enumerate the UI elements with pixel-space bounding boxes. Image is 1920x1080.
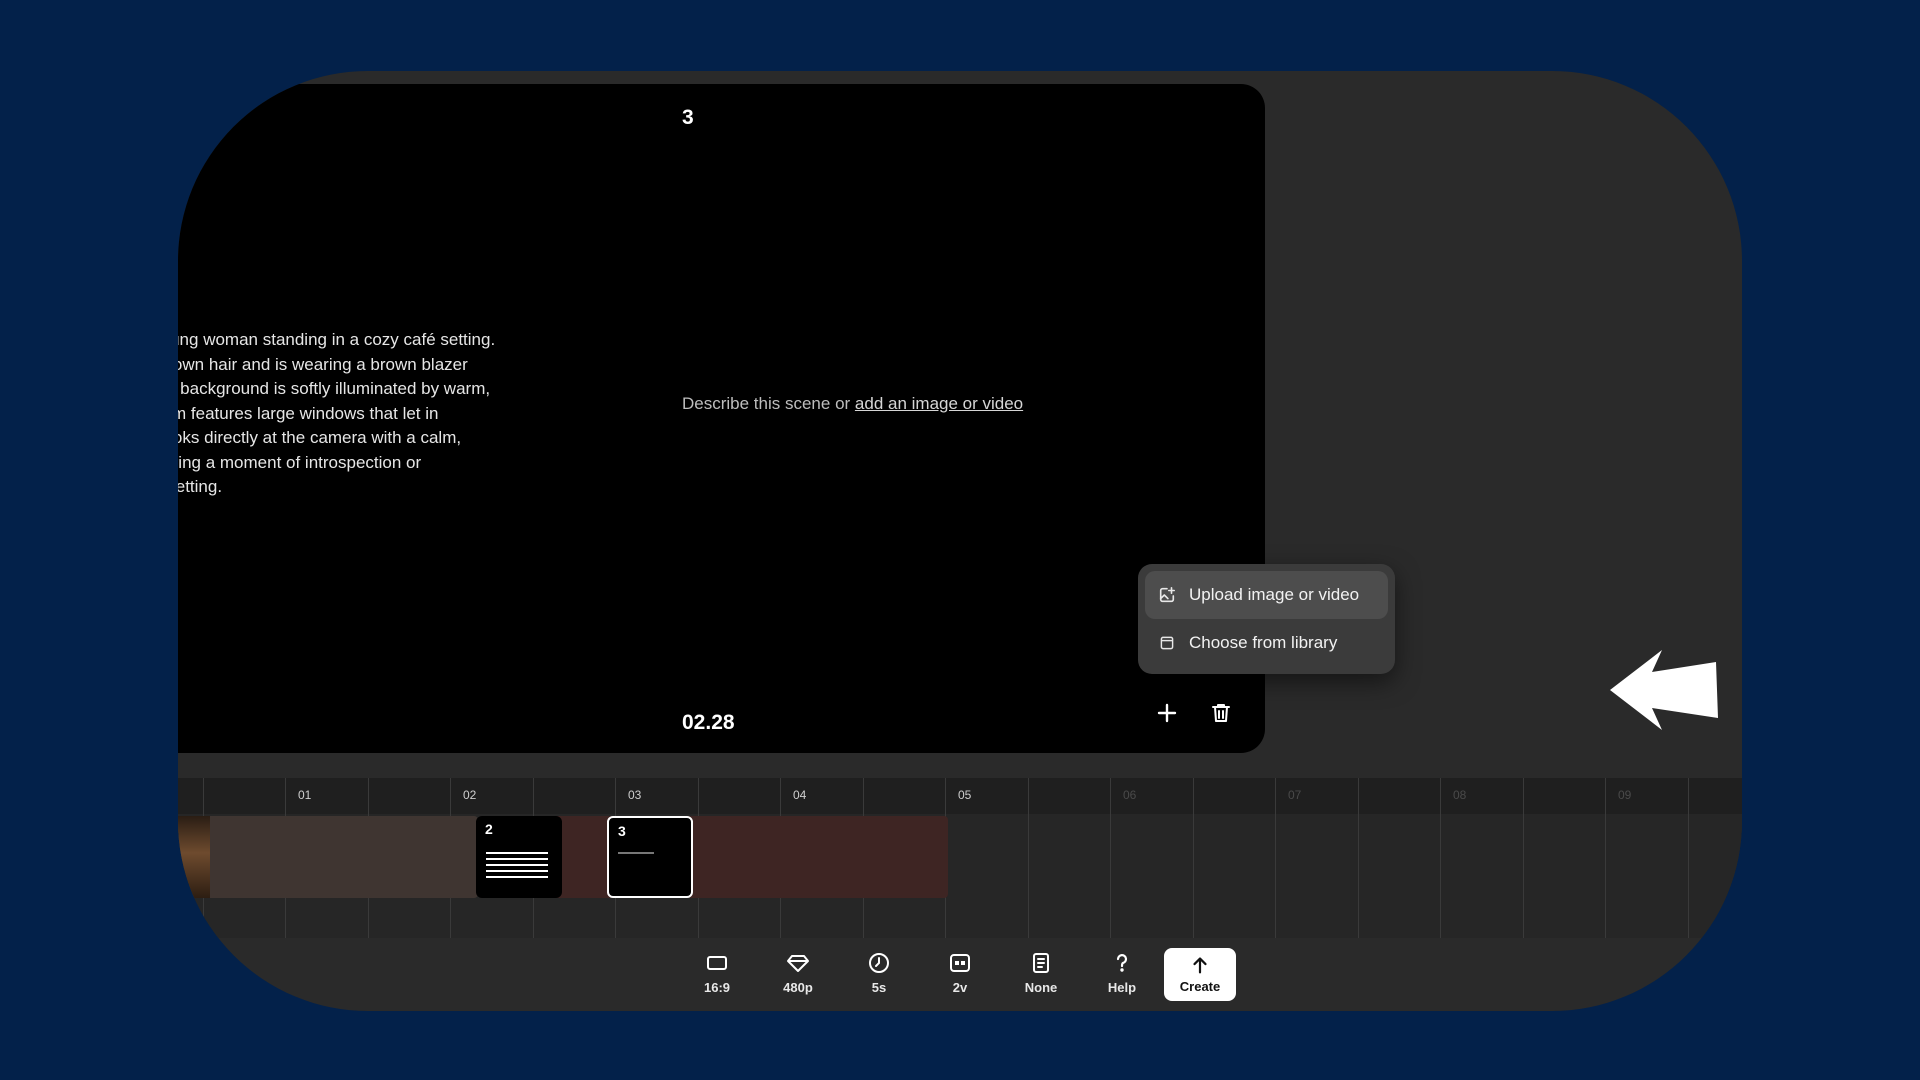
- pointer-arrow-icon: [1610, 650, 1718, 730]
- timeline-segment-scene-1[interactable]: [178, 816, 478, 898]
- grid-line: [1523, 778, 1524, 938]
- add-media-link[interactable]: add an image or video: [855, 394, 1023, 413]
- timeline-clip-3[interactable]: 3: [607, 816, 693, 898]
- trash-icon[interactable]: [1206, 698, 1236, 728]
- duration-button[interactable]: 5s: [844, 950, 914, 1002]
- variations-icon: [947, 950, 973, 976]
- timeline[interactable]: 01 02 03 04 05 06 07 08 09 2 3: [178, 778, 1742, 938]
- clock-icon: [866, 950, 892, 976]
- timeline-tick: 05: [958, 788, 972, 802]
- create-button[interactable]: Create: [1164, 948, 1236, 1001]
- quality-label: 480p: [783, 980, 813, 995]
- grid-line: [1440, 778, 1441, 938]
- timeline-tick: 07: [1288, 788, 1302, 802]
- library-icon: [1157, 633, 1177, 653]
- add-media-menu: Upload image or video Choose from librar…: [1138, 564, 1395, 674]
- clip-text-thumbnail: [486, 852, 548, 882]
- timeline-tick: 08: [1453, 788, 1467, 802]
- arrow-up-icon: [1188, 953, 1212, 977]
- timeline-tick: 04: [793, 788, 807, 802]
- variations-button[interactable]: 2v: [925, 950, 995, 1002]
- editor-frame: ers on a young woman standing in a cozy …: [178, 71, 1742, 1011]
- grid-line: [1275, 778, 1276, 938]
- preset-icon: [1028, 950, 1054, 976]
- grid-line: [1028, 778, 1029, 938]
- clip-empty-thumbnail: [618, 852, 654, 854]
- choose-library-label: Choose from library: [1189, 633, 1338, 652]
- timeline-clip-2[interactable]: 2: [476, 816, 562, 898]
- variations-label: 2v: [952, 980, 968, 995]
- bottom-toolbar: 16:9 480p 5s 2v None Help Create: [178, 938, 1742, 1011]
- create-label: Create: [1179, 979, 1221, 994]
- grid-line: [1193, 778, 1194, 938]
- scene-number: 3: [682, 106, 694, 129]
- scene-time: 02.28: [682, 711, 735, 734]
- timeline-tick: 06: [1123, 788, 1137, 802]
- aspect-ratio-button[interactable]: 16:9: [682, 950, 752, 1002]
- help-label: Help: [1107, 980, 1137, 995]
- scene-prompt[interactable]: Describe this scene or add an image or v…: [682, 394, 1023, 414]
- upload-media-icon: [1157, 585, 1177, 605]
- aspect-ratio-label: 16:9: [703, 980, 731, 995]
- timeline-tick: 09: [1618, 788, 1632, 802]
- grid-line: [1110, 778, 1111, 938]
- timeline-tick: 01: [298, 788, 312, 802]
- scene-1-thumbnail: [178, 816, 210, 898]
- upload-media-label: Upload image or video: [1189, 585, 1360, 604]
- grid-line: [1605, 778, 1606, 938]
- help-icon: [1109, 950, 1135, 976]
- quality-diamond-icon: [785, 950, 811, 976]
- timeline-tick: 02: [463, 788, 477, 802]
- choose-library-option[interactable]: Choose from library: [1145, 619, 1388, 667]
- help-button[interactable]: Help: [1087, 950, 1157, 1002]
- quality-button[interactable]: 480p: [763, 950, 833, 1002]
- grid-line: [1358, 778, 1359, 938]
- scene-prompt-text: Describe this scene or: [682, 394, 855, 413]
- aspect-ratio-icon: [704, 950, 730, 976]
- timeline-tick: 03: [628, 788, 642, 802]
- clip-number: 2: [485, 821, 493, 837]
- duration-label: 5s: [871, 980, 887, 995]
- grid-line: [1688, 778, 1689, 938]
- preset-button[interactable]: None: [1006, 950, 1076, 1002]
- plus-icon[interactable]: [1152, 698, 1182, 728]
- clip-number: 3: [618, 823, 626, 839]
- upload-media-option[interactable]: Upload image or video: [1145, 571, 1388, 619]
- preset-label: None: [1024, 980, 1058, 995]
